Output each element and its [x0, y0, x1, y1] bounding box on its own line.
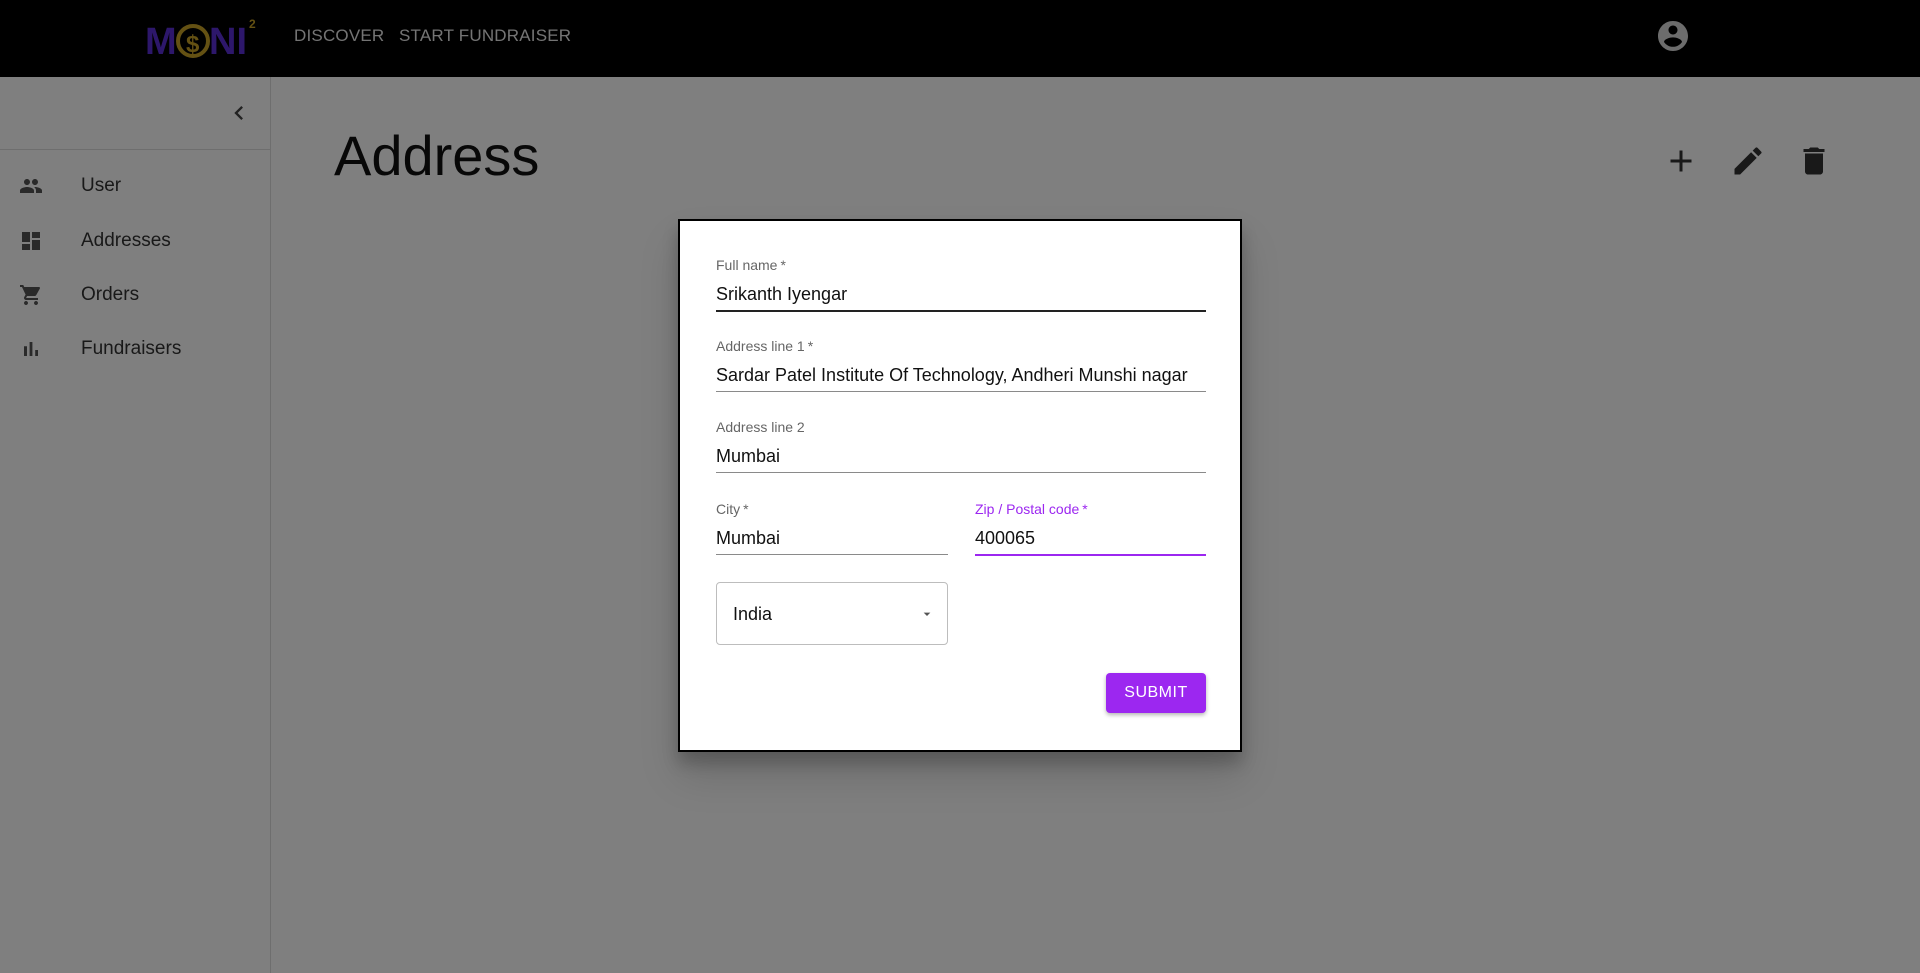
country-select-value: India [733, 604, 773, 624]
full-name-input[interactable] [716, 279, 1206, 309]
submit-button[interactable]: SUBMIT [1106, 673, 1206, 713]
zip-postal-code-field: Zip / Postal code * [975, 501, 1206, 557]
address-line-2-label: Address line 2 [716, 419, 805, 435]
country-select[interactable]: India [716, 582, 948, 645]
address-form-dialog: Full name* Address line 1* Address line … [678, 219, 1242, 752]
full-name-label: Full name * [716, 257, 786, 273]
address-line-1-label: Address line 1 * [716, 338, 814, 354]
arrow-drop-down-icon [923, 612, 931, 616]
address-line-2-input[interactable] [716, 441, 1206, 471]
field-underline [975, 554, 1206, 556]
city-label: City * [716, 501, 749, 517]
address-line-1-field: Address line 1 * [716, 338, 1206, 394]
address-line-2-field: Address line 2 [716, 419, 1206, 475]
field-underline [716, 472, 1206, 473]
field-underline [716, 310, 1206, 312]
zip-postal-code-label: Zip / Postal code * [975, 501, 1088, 517]
zip-postal-code-input[interactable] [975, 523, 1206, 553]
field-underline [716, 554, 948, 555]
full-name-field: Full name * [716, 257, 1206, 313]
field-underline [716, 391, 1206, 392]
address-line-1-input[interactable] [716, 360, 1206, 390]
city-field: City * [716, 501, 948, 557]
city-input[interactable] [716, 523, 948, 553]
